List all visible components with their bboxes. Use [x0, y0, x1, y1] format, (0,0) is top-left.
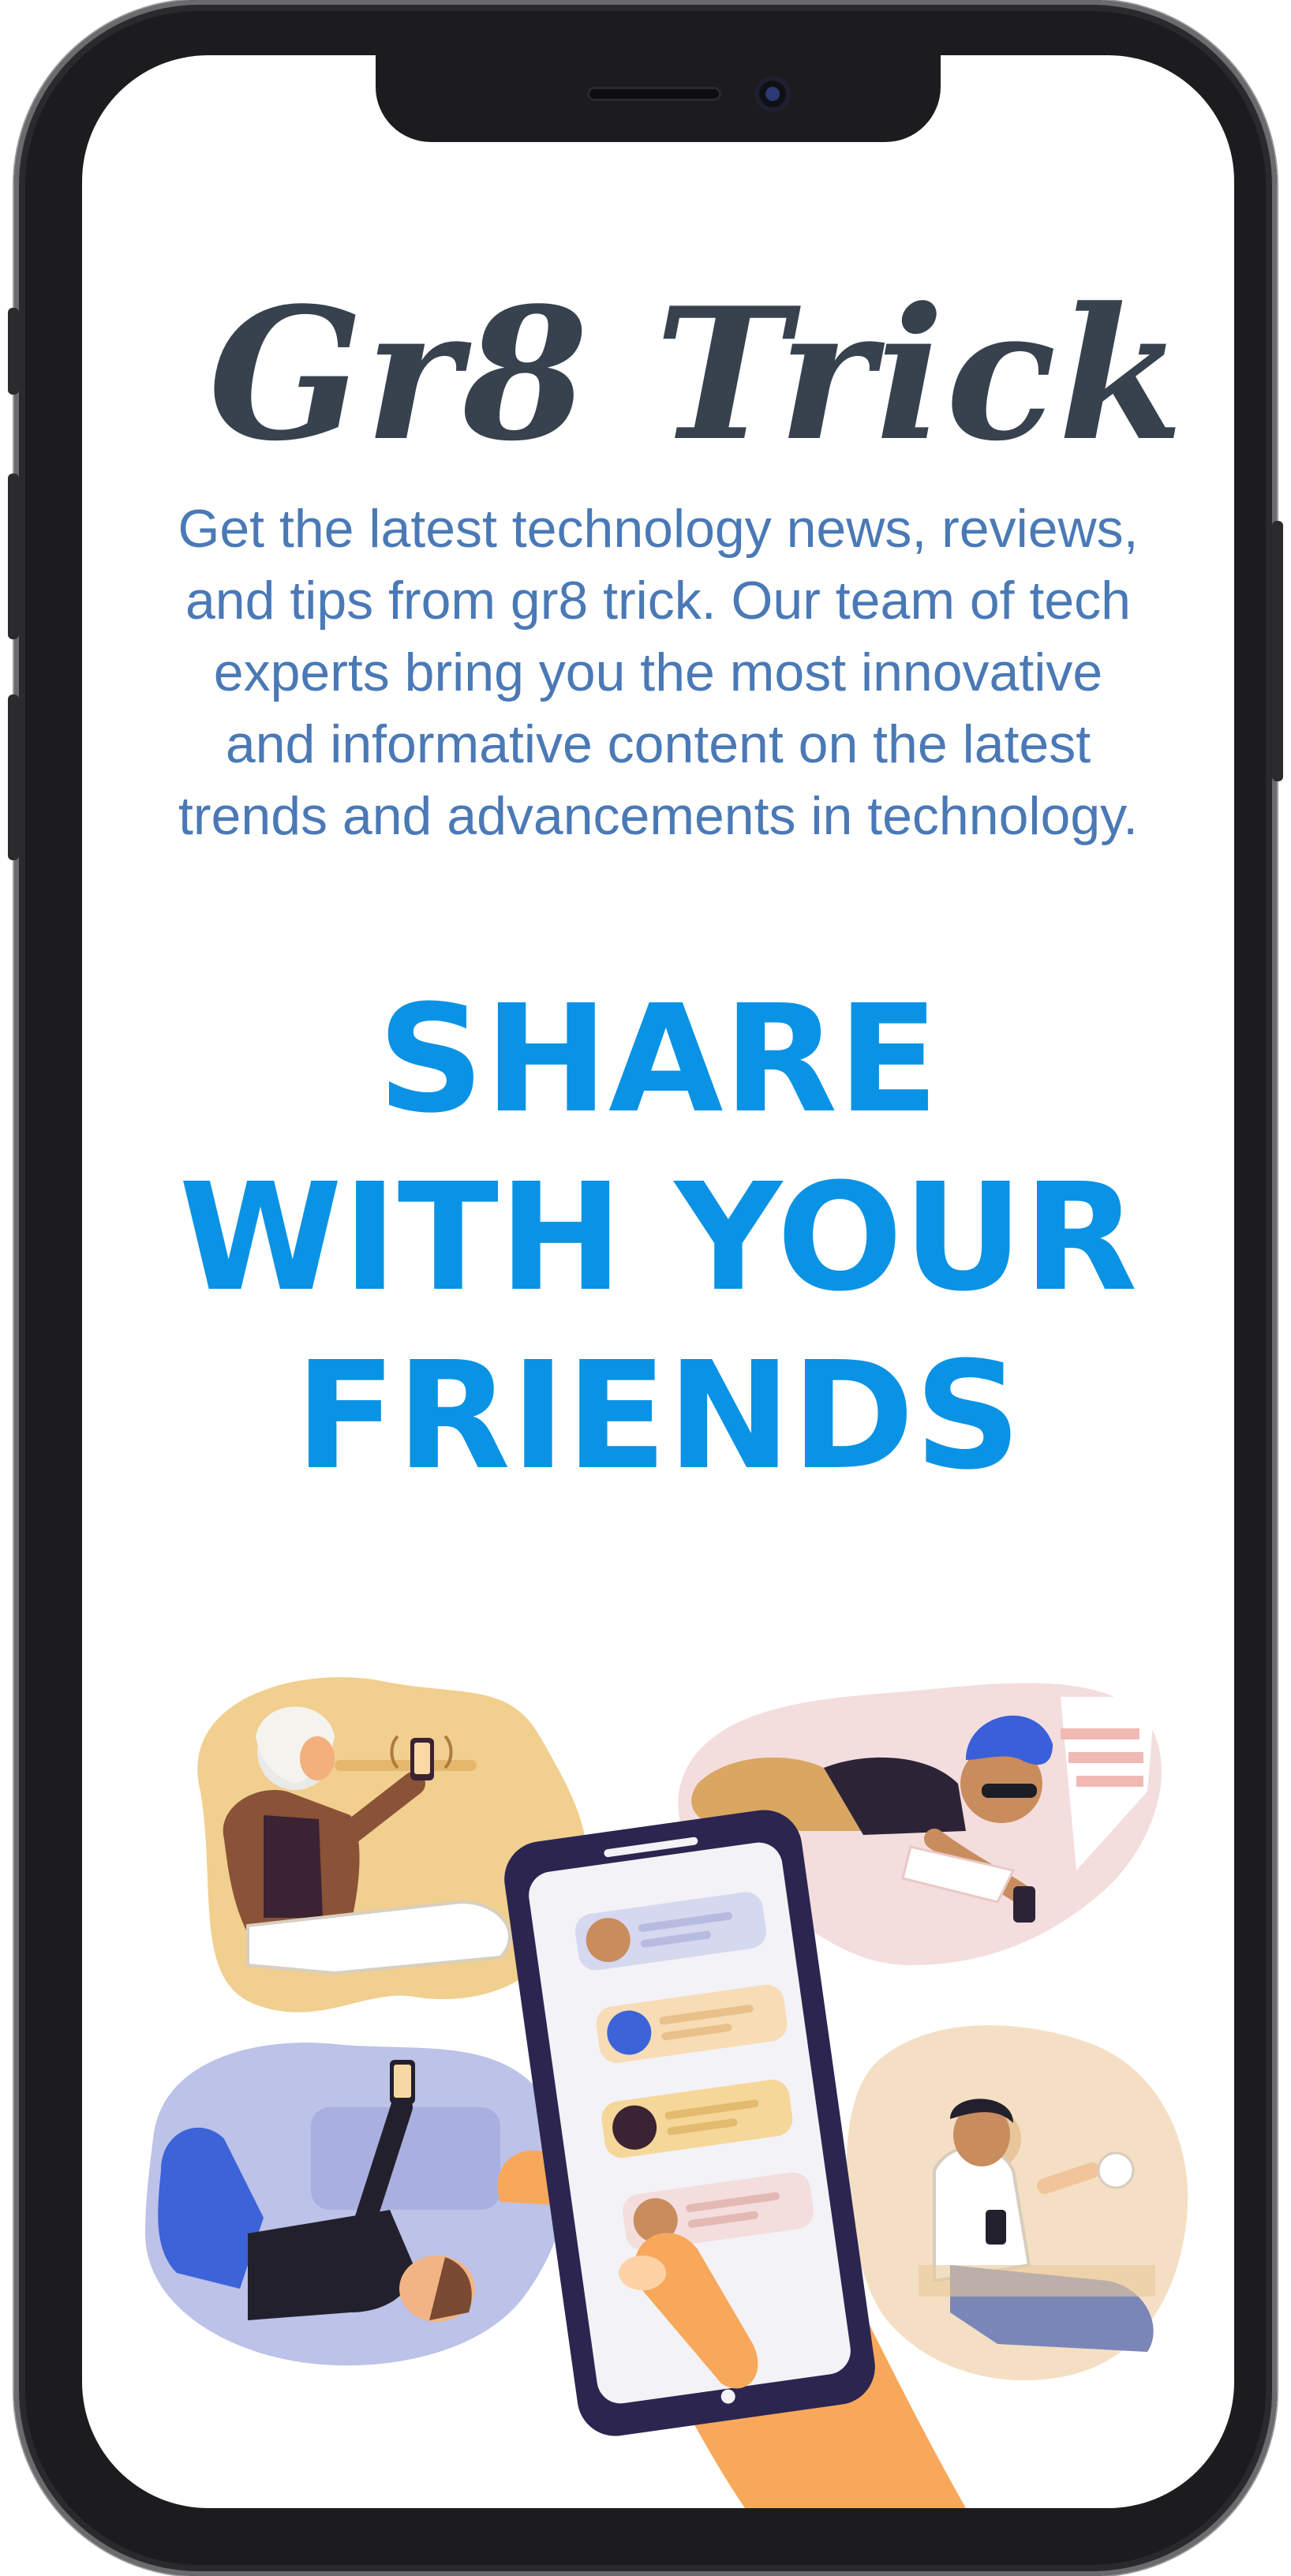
front-camera-icon	[754, 76, 791, 112]
people-sharing-illustration	[145, 1677, 1188, 2508]
speaker-grille	[587, 87, 721, 101]
brand-logo: Gr8 Trick	[208, 268, 1186, 481]
man-on-couch-figure	[846, 2025, 1188, 2381]
headline-line-1: SHARE	[377, 973, 939, 1146]
phone-frame: Gr8 Trick Get the latest technology news…	[8, 0, 1283, 2576]
power-button	[1272, 521, 1283, 781]
site-description: Get the latest technology news, reviews,…	[178, 499, 1139, 846]
silent-switch	[8, 308, 19, 395]
notch	[376, 55, 941, 142]
headline-line-2: WITH YOUR	[178, 1151, 1138, 1324]
man-lying-figure	[145, 2042, 569, 2366]
phone-screen: Gr8 Trick Get the latest technology news…	[82, 55, 1234, 2508]
headline-line-3: FRIENDS	[294, 1330, 1022, 1503]
volume-up-button	[8, 474, 19, 639]
share-headline: SHARE WITH YOUR FRIENDS	[129, 971, 1187, 1506]
volume-down-button	[8, 695, 19, 860]
